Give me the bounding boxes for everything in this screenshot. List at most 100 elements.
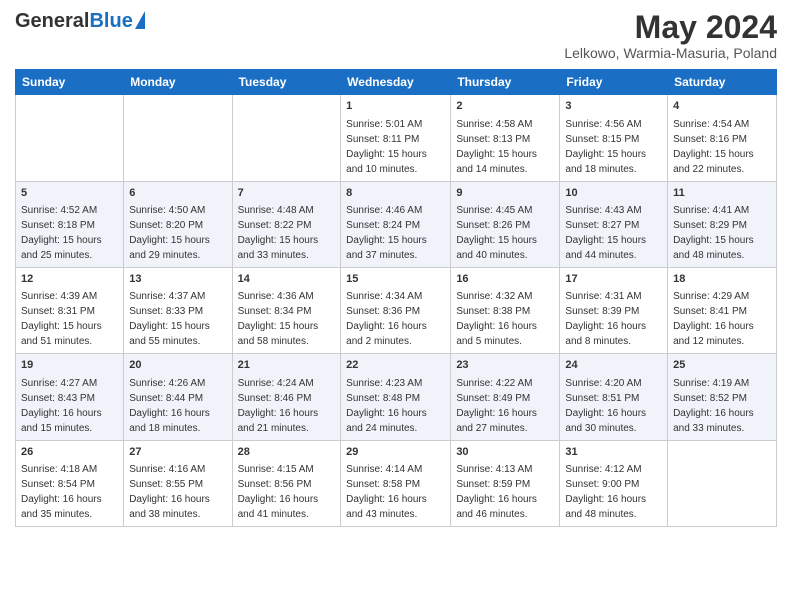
- calendar-cell: 4 Sunrise: 4:54 AMSunset: 8:16 PMDaylight…: [668, 95, 777, 181]
- day-number: 18: [673, 272, 771, 287]
- calendar-cell: 8Sunrise: 4:46 AMSunset: 8:24 PMDaylight…: [341, 181, 451, 267]
- day-number: 5: [21, 186, 118, 201]
- calendar-cell: 26 Sunrise: 4:18 AMSunset: 8:54 PMDayligh…: [16, 440, 124, 526]
- day-number: 3: [565, 99, 662, 114]
- day-info: Sunrise: 4:15 AMSunset: 8:56 PMDaylight:…: [238, 464, 319, 520]
- day-number: 20: [129, 358, 226, 373]
- day-info: Sunrise: 4:45 AMSunset: 8:26 PMDaylight:…: [456, 205, 537, 261]
- header-thursday: Thursday: [451, 70, 560, 95]
- day-number: 19: [21, 358, 118, 373]
- calendar-cell: 2 Sunrise: 4:58 AMSunset: 8:13 PMDaylight…: [451, 95, 560, 181]
- logo: GeneralBlue: [15, 10, 145, 32]
- header-wednesday: Wednesday: [341, 70, 451, 95]
- day-number: 27: [129, 445, 226, 460]
- calendar-week-row: 19Sunrise: 4:27 AMSunset: 8:43 PMDayligh…: [16, 354, 777, 440]
- day-info: Sunrise: 4:16 AMSunset: 8:55 PMDaylight:…: [129, 464, 210, 520]
- calendar-cell: 5 Sunrise: 4:52 AMSunset: 8:18 PMDaylight…: [16, 181, 124, 267]
- calendar-cell: 27 Sunrise: 4:16 AMSunset: 8:55 PMDayligh…: [124, 440, 232, 526]
- day-number: 15: [346, 272, 445, 287]
- day-number: 9: [456, 186, 554, 201]
- calendar-cell: 11 Sunrise: 4:41 AMSunset: 8:29 PMDayligh…: [668, 181, 777, 267]
- day-info: Sunrise: 4:58 AMSunset: 8:13 PMDaylight:…: [456, 119, 537, 175]
- header-tuesday: Tuesday: [232, 70, 341, 95]
- calendar-table: Sunday Monday Tuesday Wednesday Thursday…: [15, 69, 777, 527]
- day-info: Sunrise: 4:20 AMSunset: 8:51 PMDaylight:…: [565, 378, 646, 434]
- header-saturday: Saturday: [668, 70, 777, 95]
- day-info: Sunrise: 4:48 AMSunset: 8:22 PMDaylight:…: [238, 205, 319, 261]
- logo-area: GeneralBlue: [15, 10, 145, 32]
- header-row: Sunday Monday Tuesday Wednesday Thursday…: [16, 70, 777, 95]
- day-info: Sunrise: 4:18 AMSunset: 8:54 PMDaylight:…: [21, 464, 102, 520]
- day-number: 26: [21, 445, 118, 460]
- day-info: Sunrise: 4:23 AMSunset: 8:48 PMDaylight:…: [346, 378, 427, 434]
- day-info: Sunrise: 4:14 AMSunset: 8:58 PMDaylight:…: [346, 464, 427, 520]
- calendar-cell: 31Sunrise: 4:12 AMSunset: 9:00 PMDayligh…: [560, 440, 668, 526]
- logo-triangle-icon: [135, 11, 145, 29]
- calendar-title: May 2024: [564, 10, 777, 45]
- calendar-week-row: 5 Sunrise: 4:52 AMSunset: 8:18 PMDaylight…: [16, 181, 777, 267]
- day-number: 21: [238, 358, 336, 373]
- day-info: Sunrise: 4:54 AMSunset: 8:16 PMDaylight:…: [673, 119, 754, 175]
- day-number: 1: [346, 99, 445, 114]
- calendar-week-row: 12 Sunrise: 4:39 AMSunset: 8:31 PMDayligh…: [16, 267, 777, 353]
- day-number: 13: [129, 272, 226, 287]
- day-number: 8: [346, 186, 445, 201]
- day-number: 16: [456, 272, 554, 287]
- day-number: 25: [673, 358, 771, 373]
- calendar-cell: [232, 95, 341, 181]
- day-number: 11: [673, 186, 771, 201]
- day-info: Sunrise: 4:43 AMSunset: 8:27 PMDaylight:…: [565, 205, 646, 261]
- calendar-cell: 13 Sunrise: 4:37 AMSunset: 8:33 PMDayligh…: [124, 267, 232, 353]
- day-info: Sunrise: 4:37 AMSunset: 8:33 PMDaylight:…: [129, 291, 210, 347]
- day-info: Sunrise: 4:39 AMSunset: 8:31 PMDaylight:…: [21, 291, 102, 347]
- day-info: Sunrise: 4:24 AMSunset: 8:46 PMDaylight:…: [238, 378, 319, 434]
- calendar-cell: 1 Sunrise: 5:01 AMSunset: 8:11 PMDaylight…: [341, 95, 451, 181]
- day-info: Sunrise: 4:31 AMSunset: 8:39 PMDaylight:…: [565, 291, 646, 347]
- calendar-cell: 29 Sunrise: 4:14 AMSunset: 8:58 PMDayligh…: [341, 440, 451, 526]
- day-number: 17: [565, 272, 662, 287]
- day-number: 23: [456, 358, 554, 373]
- calendar-cell: 21 Sunrise: 4:24 AMSunset: 8:46 PMDayligh…: [232, 354, 341, 440]
- header: GeneralBlue May 2024 Lelkowo, Warmia-Mas…: [15, 10, 777, 61]
- title-area: May 2024 Lelkowo, Warmia-Masuria, Poland: [564, 10, 777, 61]
- calendar-subtitle: Lelkowo, Warmia-Masuria, Poland: [564, 45, 777, 61]
- day-number: 29: [346, 445, 445, 460]
- calendar-cell: [16, 95, 124, 181]
- calendar-cell: 17 Sunrise: 4:31 AMSunset: 8:39 PMDayligh…: [560, 267, 668, 353]
- header-monday: Monday: [124, 70, 232, 95]
- day-info: Sunrise: 4:50 AMSunset: 8:20 PMDaylight:…: [129, 205, 210, 261]
- day-info: Sunrise: 4:41 AMSunset: 8:29 PMDaylight:…: [673, 205, 754, 261]
- day-info: Sunrise: 4:52 AMSunset: 8:18 PMDaylight:…: [21, 205, 102, 261]
- day-number: 14: [238, 272, 336, 287]
- logo-general: GeneralBlue: [15, 10, 133, 32]
- day-info: Sunrise: 4:56 AMSunset: 8:15 PMDaylight:…: [565, 119, 646, 175]
- day-info: Sunrise: 4:32 AMSunset: 8:38 PMDaylight:…: [456, 291, 537, 347]
- logo-general-text: General: [15, 10, 89, 32]
- logo-blue-text: Blue: [89, 10, 132, 32]
- day-info: Sunrise: 4:36 AMSunset: 8:34 PMDaylight:…: [238, 291, 319, 347]
- calendar-cell: [668, 440, 777, 526]
- day-info: Sunrise: 4:34 AMSunset: 8:36 PMDaylight:…: [346, 291, 427, 347]
- header-friday: Friday: [560, 70, 668, 95]
- day-number: 12: [21, 272, 118, 287]
- page: GeneralBlue May 2024 Lelkowo, Warmia-Mas…: [0, 0, 792, 612]
- calendar-cell: 23Sunrise: 4:22 AMSunset: 8:49 PMDayligh…: [451, 354, 560, 440]
- day-number: 7: [238, 186, 336, 201]
- calendar-cell: 28 Sunrise: 4:15 AMSunset: 8:56 PMDayligh…: [232, 440, 341, 526]
- calendar-cell: 10Sunrise: 4:43 AMSunset: 8:27 PMDayligh…: [560, 181, 668, 267]
- day-number: 2: [456, 99, 554, 114]
- day-info: Sunrise: 4:19 AMSunset: 8:52 PMDaylight:…: [673, 378, 754, 434]
- day-number: 22: [346, 358, 445, 373]
- calendar-cell: [124, 95, 232, 181]
- calendar-cell: 16 Sunrise: 4:32 AMSunset: 8:38 PMDayligh…: [451, 267, 560, 353]
- day-number: 6: [129, 186, 226, 201]
- calendar-cell: 18Sunrise: 4:29 AMSunset: 8:41 PMDayligh…: [668, 267, 777, 353]
- day-info: Sunrise: 4:12 AMSunset: 9:00 PMDaylight:…: [565, 464, 646, 520]
- calendar-cell: 19Sunrise: 4:27 AMSunset: 8:43 PMDayligh…: [16, 354, 124, 440]
- calendar-cell: 14 Sunrise: 4:36 AMSunset: 8:34 PMDayligh…: [232, 267, 341, 353]
- header-sunday: Sunday: [16, 70, 124, 95]
- day-number: 28: [238, 445, 336, 460]
- day-info: Sunrise: 5:01 AMSunset: 8:11 PMDaylight:…: [346, 119, 427, 175]
- calendar-cell: 25 Sunrise: 4:19 AMSunset: 8:52 PMDayligh…: [668, 354, 777, 440]
- day-number: 4: [673, 99, 771, 114]
